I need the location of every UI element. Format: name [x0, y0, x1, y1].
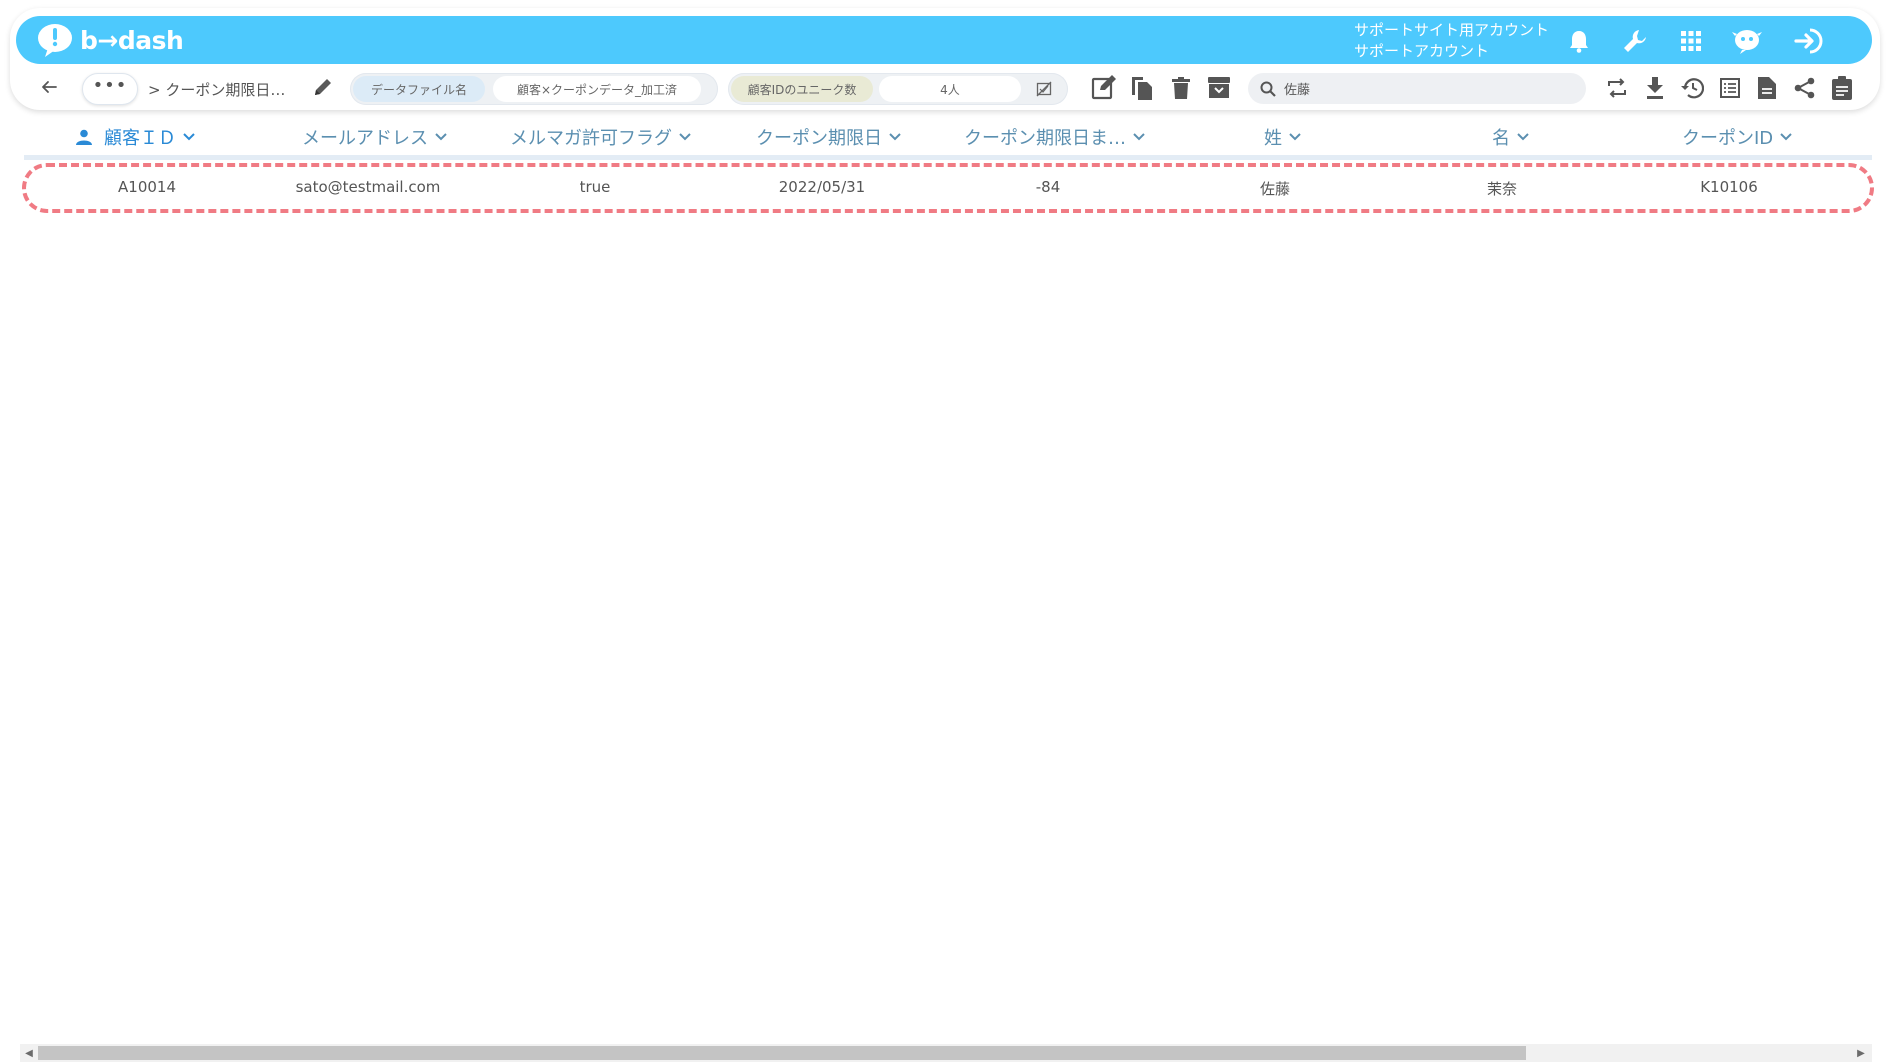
- table-cell-coupon-expiry: 2022/05/31: [778, 178, 866, 196]
- pencil-edit-icon[interactable]: [312, 76, 336, 100]
- datafile-value[interactable]: 顧客×クーポンデータ_加工済: [493, 76, 701, 102]
- column-label: メールアドレス: [302, 128, 428, 149]
- column-header-newsletter-flag[interactable]: メルマガ許可フラグ: [510, 124, 692, 150]
- table-cell-first-name: 茉奈: [1486, 180, 1518, 198]
- document-icon[interactable]: [1753, 74, 1781, 102]
- chevron-down-icon: [1133, 133, 1145, 141]
- horizontal-scrollbar-thumb[interactable]: [38, 1046, 1526, 1060]
- search-input[interactable]: [1282, 80, 1566, 97]
- column-label: クーポン期限日ま…: [964, 128, 1126, 149]
- datafile-label: データファイル名: [353, 76, 485, 102]
- column-label: メルマガ許可フラグ: [510, 128, 672, 149]
- table-cell-coupon-id: K10106: [1700, 178, 1758, 196]
- column-label: 姓: [1264, 128, 1282, 149]
- column-header-email[interactable]: メールアドレス: [302, 124, 448, 150]
- more-label: •••: [92, 75, 128, 96]
- table-cell-customer-id: A10014: [118, 178, 176, 196]
- refresh-swap-icon[interactable]: [1603, 74, 1631, 102]
- account-line-2: サポートアカウント: [1354, 42, 1490, 60]
- scroll-left-arrow-icon[interactable]: ◀: [22, 1046, 36, 1060]
- column-header-last-name[interactable]: 姓: [1264, 124, 1302, 150]
- share-icon[interactable]: [1791, 74, 1819, 102]
- column-label: 名: [1492, 128, 1510, 149]
- download-icon[interactable]: [1641, 74, 1669, 102]
- scroll-right-arrow-icon[interactable]: ▶: [1854, 1046, 1868, 1060]
- account-line-1: サポートサイト用アカウント: [1354, 21, 1550, 39]
- archive-icon[interactable]: [1205, 74, 1233, 102]
- unique-count-pill-group: 顧客IDのユニーク数 4人: [728, 73, 1068, 105]
- history-icon[interactable]: [1678, 74, 1706, 102]
- column-header-customer-id[interactable]: 顧客ＩＤ: [76, 124, 196, 150]
- column-header-days-until-expiry[interactable]: クーポン期限日ま…: [964, 124, 1146, 150]
- logo-bubble-icon: [38, 24, 72, 57]
- account-info[interactable]: サポートサイト用アカウント サポートアカウント: [1354, 20, 1549, 62]
- header-divider: [24, 155, 1872, 160]
- chevron-down-icon: [1289, 133, 1301, 141]
- chevron-down-icon: [679, 133, 691, 141]
- person-icon: [76, 129, 92, 145]
- unique-count-value: 4人: [879, 76, 1021, 102]
- column-label: クーポンID: [1682, 128, 1774, 149]
- chevron-down-icon: [889, 133, 901, 141]
- search-box: [1248, 73, 1586, 104]
- table-cell-newsletter-flag: true: [579, 178, 611, 196]
- chevron-down-icon: [183, 133, 195, 141]
- logo-text: b→dash: [80, 25, 184, 55]
- column-header-first-name[interactable]: 名: [1492, 124, 1530, 150]
- chevron-down-icon: [435, 133, 447, 141]
- clipboard-icon[interactable]: [1828, 74, 1856, 102]
- datafile-pill-group: データファイル名 顧客×クーポンデータ_加工済: [350, 73, 718, 105]
- wrench-icon[interactable]: [1620, 26, 1650, 56]
- app-logo[interactable]: b→dash: [36, 20, 184, 60]
- table-cell-last-name: 佐藤: [1259, 180, 1291, 198]
- list-view-icon[interactable]: [1716, 74, 1744, 102]
- back-arrow-icon[interactable]: [36, 74, 62, 100]
- chevron-down-icon: [1517, 133, 1529, 141]
- hide-count-icon[interactable]: [1033, 78, 1055, 100]
- column-label: 顧客ＩＤ: [104, 128, 176, 149]
- trash-icon[interactable]: [1167, 74, 1195, 102]
- chevron-down-icon: [1780, 133, 1792, 141]
- column-header-coupon-expiry[interactable]: クーポン期限日: [756, 124, 902, 150]
- search-icon: [1260, 81, 1276, 97]
- app-grid-icon[interactable]: [1676, 26, 1706, 56]
- bell-icon[interactable]: [1564, 26, 1594, 56]
- chat-bird-icon[interactable]: [1732, 26, 1762, 56]
- unique-count-label: 顧客IDのユニーク数: [731, 76, 873, 102]
- top-navigation-bar: b→dash サポートサイト用アカウント サポートアカウント: [16, 16, 1872, 64]
- column-header-coupon-id[interactable]: クーポンID: [1682, 124, 1793, 150]
- table-cell-email: sato@testmail.com: [295, 178, 441, 196]
- breadcrumb-current[interactable]: > クーポン期限日…: [148, 79, 285, 100]
- more-breadcrumb-button[interactable]: •••: [82, 73, 138, 105]
- copy-icon[interactable]: [1128, 74, 1156, 102]
- logout-icon[interactable]: [1794, 26, 1824, 56]
- table-cell-days-until-expiry: -84: [1035, 178, 1061, 196]
- edit-note-icon[interactable]: [1090, 74, 1118, 102]
- column-label: クーポン期限日: [756, 128, 882, 149]
- page: b→dash サポートサイト用アカウント サポートアカウント ••• > クーポ…: [0, 0, 1890, 1063]
